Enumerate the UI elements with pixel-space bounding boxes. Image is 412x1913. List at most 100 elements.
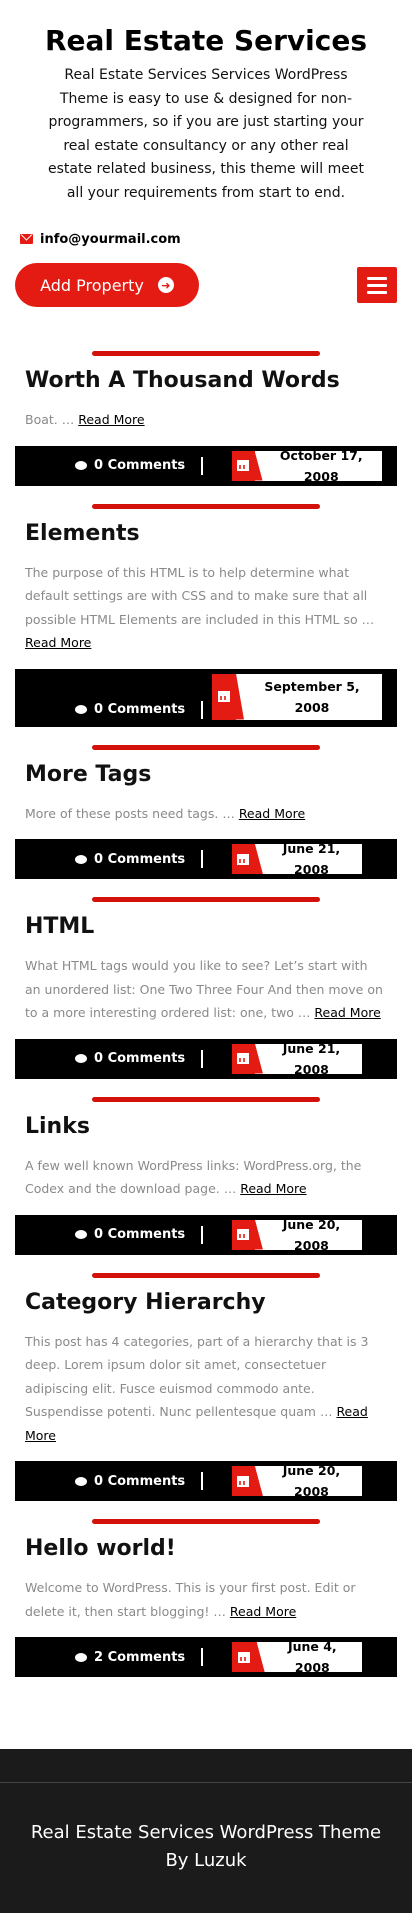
comments-icon — [75, 705, 87, 714]
comments-count: 0 Comments — [94, 1227, 186, 1242]
post-excerpt: The purpose of this HTML is to help dete… — [25, 561, 387, 655]
comments-count: 0 Comments — [94, 1473, 186, 1489]
comments-count: 0 Comments — [94, 458, 186, 473]
contact-row: info@yourmail.com — [0, 229, 412, 249]
post-excerpt: This post has 4 categories, part of a hi… — [25, 1330, 387, 1448]
meta-divider — [201, 1472, 203, 1490]
post-list: Worth A Thousand Words Boat. … Read More… — [0, 307, 412, 1677]
post-title[interactable]: More Tags — [25, 758, 387, 792]
calendar-icon — [232, 1043, 255, 1074]
site-footer: Real Estate Services WordPress Theme By … — [0, 1749, 412, 1913]
comments-count: 0 Comments — [94, 851, 186, 867]
read-more-link[interactable]: Read More — [240, 1181, 306, 1196]
post-body: Category Hierarchy This post has 4 categ… — [0, 1278, 412, 1448]
post-date: October 17, 2008 — [232, 447, 382, 484]
meta-divider — [201, 700, 203, 719]
footer-top-band — [0, 1749, 412, 1783]
post-title[interactable]: Hello world! — [25, 1532, 387, 1566]
post-body: More Tags More of these posts need tags.… — [0, 750, 412, 826]
comments-count: 0 Comments — [94, 702, 186, 717]
post-date-text: June 21, 2008 — [282, 1040, 341, 1077]
post-date: June 20, 2008 — [232, 1463, 362, 1499]
post-body: HTML What HTML tags would you like to se… — [0, 902, 412, 1025]
post-meta-bar: 0 Comments June 20, 2008 — [15, 1214, 397, 1255]
meta-divider — [201, 1049, 203, 1068]
post-meta-bar: 2 Comments June 4, 2008 — [15, 1637, 397, 1677]
mail-icon — [20, 234, 33, 244]
action-row: Add Property ➜ — [0, 263, 412, 307]
post-meta-bar: 0 Comments June 20, 2008 — [15, 1461, 397, 1501]
meta-divider — [201, 456, 203, 475]
read-more-link[interactable]: Read More — [25, 635, 91, 650]
footer-credit: Real Estate Services WordPress Theme By … — [30, 1822, 382, 1871]
post-date-text: June 20, 2008 — [282, 1463, 341, 1499]
post-date: June 21, 2008 — [232, 1040, 362, 1077]
post-excerpt: A few well known WordPress links: WordPr… — [25, 1154, 387, 1201]
comments-link[interactable]: 0 Comments — [75, 850, 185, 868]
comments-icon — [75, 1476, 87, 1486]
post-body: Hello world! Welcome to WordPress. This … — [0, 1524, 412, 1623]
menu-toggle-button[interactable] — [357, 267, 397, 303]
post-item: Worth A Thousand Words Boat. … Read More… — [0, 351, 412, 486]
post-excerpt-text: More of these posts need tags. … — [25, 805, 235, 821]
comments-icon — [75, 1230, 87, 1239]
comments-link[interactable]: 0 Comments — [75, 1050, 185, 1068]
calendar-icon — [232, 844, 255, 874]
comments-icon — [75, 854, 87, 864]
comments-link[interactable]: 0 Comments — [75, 1226, 185, 1244]
comments-count: 2 Comments — [94, 1649, 186, 1665]
post-excerpt: More of these posts need tags. … Read Mo… — [25, 802, 387, 826]
site-title[interactable]: Real Estate Services — [15, 22, 397, 60]
post-item: More Tags More of these posts need tags.… — [0, 744, 412, 879]
calendar-icon — [232, 1219, 255, 1250]
post-excerpt-text: Welcome to WordPress. This is your first… — [25, 1580, 356, 1619]
contact-email[interactable]: info@yourmail.com — [40, 232, 181, 247]
comments-link[interactable]: 2 Comments — [75, 1648, 185, 1666]
post-title[interactable]: Worth A Thousand Words — [25, 364, 387, 398]
site-description: Real Estate Services Services WordPress … — [47, 67, 364, 201]
post-date-text: October 17, 2008 — [279, 447, 363, 484]
post-body: Worth A Thousand Words Boat. … Read More — [0, 356, 412, 432]
post-title[interactable]: Elements — [25, 517, 387, 551]
post-excerpt: Welcome to WordPress. This is your first… — [25, 1576, 387, 1623]
read-more-link[interactable]: Read More — [78, 412, 144, 427]
post-date-text: June 21, 2008 — [282, 841, 341, 877]
arrow-right-icon: ➜ — [157, 277, 174, 293]
post-title[interactable]: HTML — [25, 910, 387, 944]
meta-divider — [201, 1648, 203, 1666]
post-excerpt: Boat. … Read More — [25, 408, 387, 432]
post-title[interactable]: Links — [25, 1110, 387, 1144]
post-excerpt: What HTML tags would you like to see? Le… — [25, 954, 387, 1025]
read-more-link[interactable]: Read More — [230, 1604, 296, 1619]
post-date-text: September 5, 2008 — [264, 678, 360, 715]
post-excerpt-text: This post has 4 categories, part of a hi… — [25, 1333, 369, 1420]
meta-divider — [201, 1225, 203, 1244]
post-title[interactable]: Category Hierarchy — [25, 1286, 387, 1320]
read-more-link[interactable]: Read More — [239, 806, 305, 821]
post-body: Links A few well known WordPress links: … — [0, 1102, 412, 1201]
site-header: Real Estate Services Real Estate Service… — [0, 0, 412, 205]
post-item: Links A few well known WordPress links: … — [0, 1096, 412, 1255]
post-date-text: June 20, 2008 — [282, 1216, 341, 1253]
comments-link[interactable]: 0 Comments — [75, 1472, 185, 1490]
comments-link[interactable]: 0 Comments — [75, 457, 185, 475]
post-date: June 4, 2008 — [232, 1639, 362, 1675]
calendar-icon — [232, 1642, 257, 1672]
add-property-label: Add Property — [40, 275, 144, 295]
post-meta-bar: 0 Comments September 5, 2008 — [15, 668, 397, 727]
post-meta-bar: 0 Comments October 17, 2008 — [15, 445, 397, 486]
post-date: June 20, 2008 — [232, 1216, 362, 1253]
post-excerpt-text: Boat. … — [25, 412, 75, 427]
post-date-text: June 4, 2008 — [287, 1639, 337, 1675]
comments-count: 0 Comments — [94, 1051, 186, 1066]
post-excerpt-text: The purpose of this HTML is to help dete… — [25, 564, 375, 627]
comments-link[interactable]: 0 Comments — [75, 701, 185, 719]
post-body: Elements The purpose of this HTML is to … — [0, 509, 412, 655]
comments-icon — [75, 1054, 87, 1063]
post-meta-bar: 0 Comments June 21, 2008 — [15, 839, 397, 879]
post-item: Category Hierarchy This post has 4 categ… — [0, 1272, 412, 1501]
post-item: Elements The purpose of this HTML is to … — [0, 503, 412, 727]
post-item: HTML What HTML tags would you like to se… — [0, 897, 412, 1079]
read-more-link[interactable]: Read More — [314, 1005, 380, 1020]
add-property-button[interactable]: Add Property ➜ — [15, 263, 199, 307]
